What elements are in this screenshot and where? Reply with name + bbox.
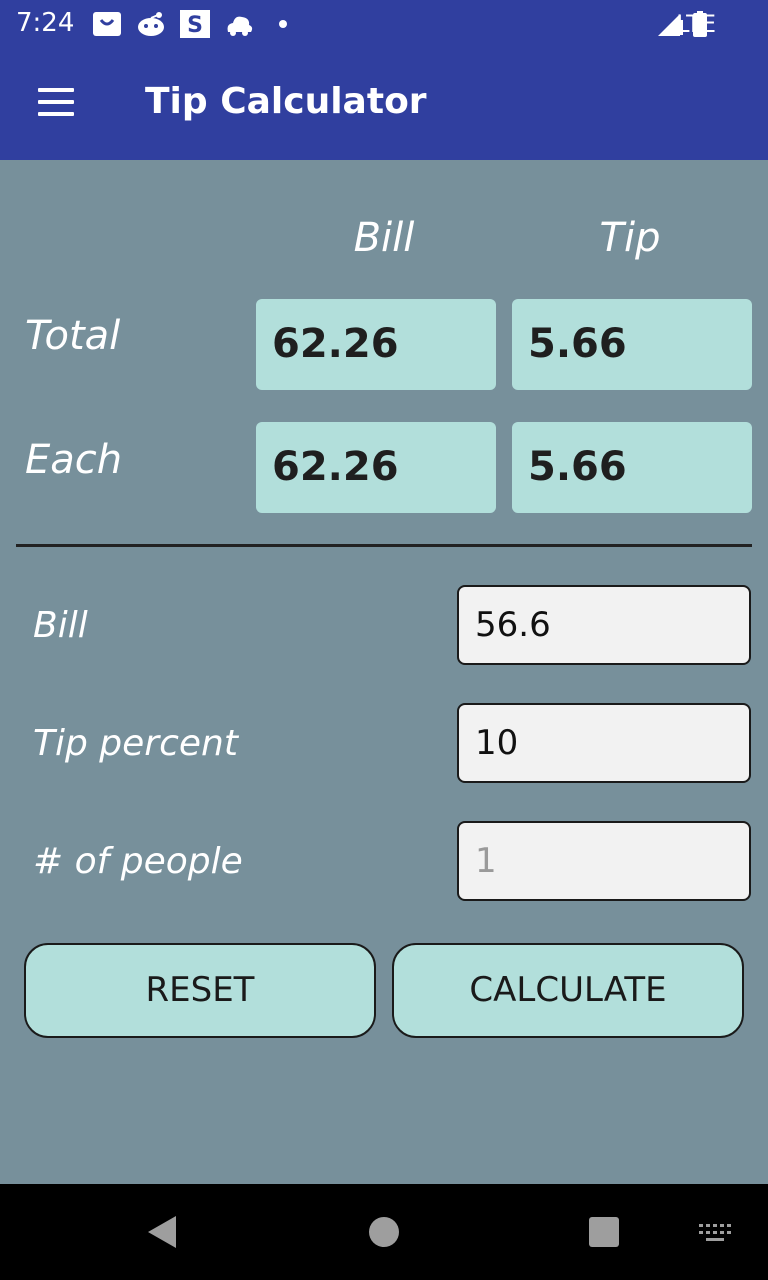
system-nav-bar — [0, 1184, 768, 1280]
reddit-icon — [138, 12, 164, 36]
status-bar: 7:24 S LTE — [0, 0, 768, 48]
s-app-icon: S — [180, 10, 210, 38]
home-icon[interactable] — [369, 1217, 399, 1247]
app-bar: Tip Calculator — [0, 48, 768, 160]
signal-icon — [658, 14, 683, 36]
app-title: Tip Calculator — [145, 81, 427, 122]
back-icon[interactable] — [146, 1216, 178, 1248]
row-label-total: Total — [25, 313, 121, 359]
each-bill-output: 62.26 — [256, 422, 496, 513]
battery-icon — [693, 11, 707, 37]
bill-input[interactable]: 56.6 — [457, 585, 751, 665]
bill-label: Bill — [33, 605, 88, 646]
shopping-bag-icon — [93, 12, 121, 36]
dot-icon — [279, 20, 287, 28]
people-label: # of people — [33, 841, 243, 882]
status-time: 7:24 — [16, 8, 75, 38]
tip-percent-input[interactable]: 10 — [457, 703, 751, 783]
recents-icon[interactable] — [589, 1217, 619, 1247]
calculate-button[interactable]: CALCULATE — [392, 943, 744, 1038]
keyboard-icon[interactable] — [698, 1222, 732, 1244]
total-bill-output: 62.26 — [256, 299, 496, 390]
row-label-each: Each — [25, 437, 123, 483]
reset-button[interactable]: RESET — [24, 943, 376, 1038]
each-tip-output: 5.66 — [512, 422, 752, 513]
hamburger-menu-icon[interactable] — [36, 88, 76, 120]
total-tip-output: 5.66 — [512, 299, 752, 390]
cloud-car-icon — [227, 16, 253, 36]
tip-percent-label: Tip percent — [33, 723, 238, 764]
column-header-bill: Bill — [353, 215, 415, 261]
svg-text:S: S — [187, 13, 203, 38]
people-input[interactable]: 1 — [457, 821, 751, 901]
column-header-tip: Tip — [599, 215, 661, 261]
section-divider — [16, 544, 752, 547]
main-content: Bill Tip Total 62.26 5.66 Each 62.26 5.6… — [0, 160, 768, 1184]
